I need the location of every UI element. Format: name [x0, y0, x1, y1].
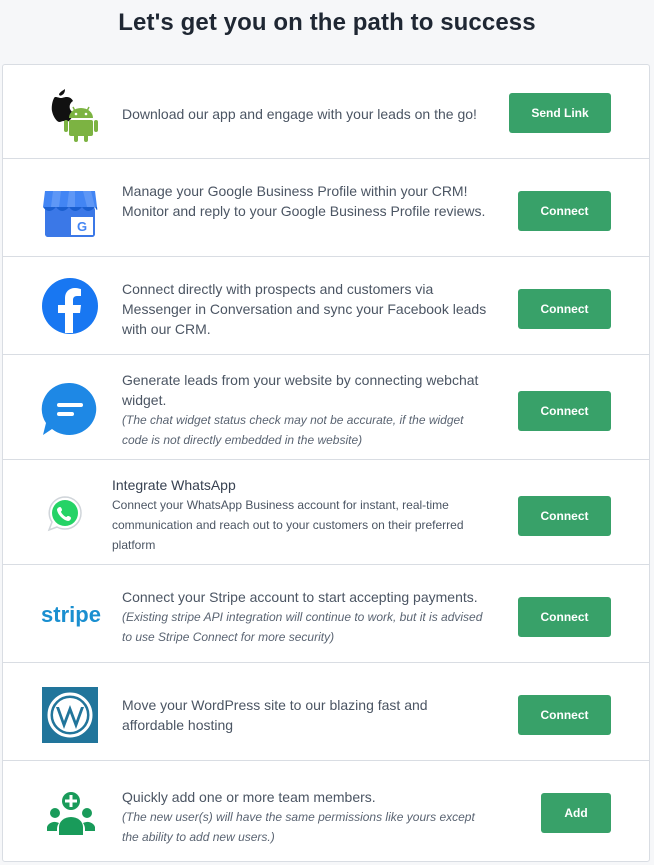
row-description: Connect your WhatsApp Business account f… [112, 498, 464, 552]
connect-stripe-button[interactable]: Connect [518, 597, 611, 637]
wordpress-icon [42, 687, 98, 743]
whatsapp-title: Integrate WhatsApp [112, 477, 236, 493]
row-description: Download our app and engage with your le… [122, 106, 477, 122]
send-link-button[interactable]: Send Link [509, 93, 611, 133]
row-description: Move your WordPress site to our blazing … [122, 697, 428, 733]
list-item-wordpress: Move your WordPress site to our blazing … [3, 663, 649, 761]
webchat-icon [41, 381, 99, 439]
facebook-icon [41, 277, 99, 335]
add-team-member-button[interactable]: Add [541, 793, 611, 833]
row-description: Manage your Google Business Profile with… [122, 183, 486, 219]
list-item-facebook: Connect directly with prospects and cust… [3, 257, 649, 355]
row-note: (Existing stripe API integration will co… [122, 610, 483, 644]
list-item-google-business: G Manage your Google Business Profile wi… [3, 159, 649, 257]
google-business-icon: G [41, 183, 99, 241]
team-add-icon [45, 791, 97, 835]
list-item-whatsapp: Integrate WhatsApp Connect your WhatsApp… [3, 460, 649, 565]
list-item-team: Quickly add one or more team members. (T… [3, 761, 649, 861]
row-description: Connect your Stripe account to start acc… [122, 589, 478, 605]
connect-facebook-button[interactable]: Connect [518, 289, 611, 329]
connect-google-business-button[interactable]: Connect [518, 191, 611, 231]
app-download-text: Download our app and engage with your le… [122, 104, 492, 124]
list-item-webchat: Generate leads from your website by conn… [3, 355, 649, 460]
stripe-icon: stripe [41, 585, 101, 643]
svg-text:G: G [77, 219, 87, 234]
team-text: Quickly add one or more team members. (T… [122, 787, 492, 847]
apple-android-icon [41, 85, 99, 143]
list-item-stripe: stripe Connect your Stripe account to st… [3, 565, 649, 663]
wordpress-text: Move your WordPress site to our blazing … [122, 695, 492, 735]
connect-whatsapp-button[interactable]: Connect [518, 496, 611, 536]
connect-webchat-button[interactable]: Connect [518, 391, 611, 431]
connect-wordpress-button[interactable]: Connect [518, 695, 611, 735]
page-title: Let's get you on the path to success [118, 9, 536, 36]
webchat-text: Generate leads from your website by conn… [122, 370, 492, 450]
row-description: Generate leads from your website by conn… [122, 372, 479, 408]
google-business-text: Manage your Google Business Profile with… [122, 181, 492, 221]
onboarding-card: Download our app and engage with your le… [2, 64, 650, 862]
list-item-app-download: Download our app and engage with your le… [3, 65, 649, 159]
facebook-text: Connect directly with prospects and cust… [122, 279, 492, 339]
stripe-logo-text: stripe [41, 602, 101, 627]
row-note: (The new user(s) will have the same perm… [122, 810, 475, 844]
whatsapp-icon [45, 494, 85, 534]
row-note: (The chat widget status check may not be… [122, 413, 464, 447]
row-description: Connect directly with prospects and cust… [122, 281, 487, 337]
whatsapp-text: Integrate WhatsApp Connect your WhatsApp… [112, 475, 492, 555]
stripe-text: Connect your Stripe account to start acc… [122, 587, 492, 647]
row-description: Quickly add one or more team members. [122, 789, 376, 805]
